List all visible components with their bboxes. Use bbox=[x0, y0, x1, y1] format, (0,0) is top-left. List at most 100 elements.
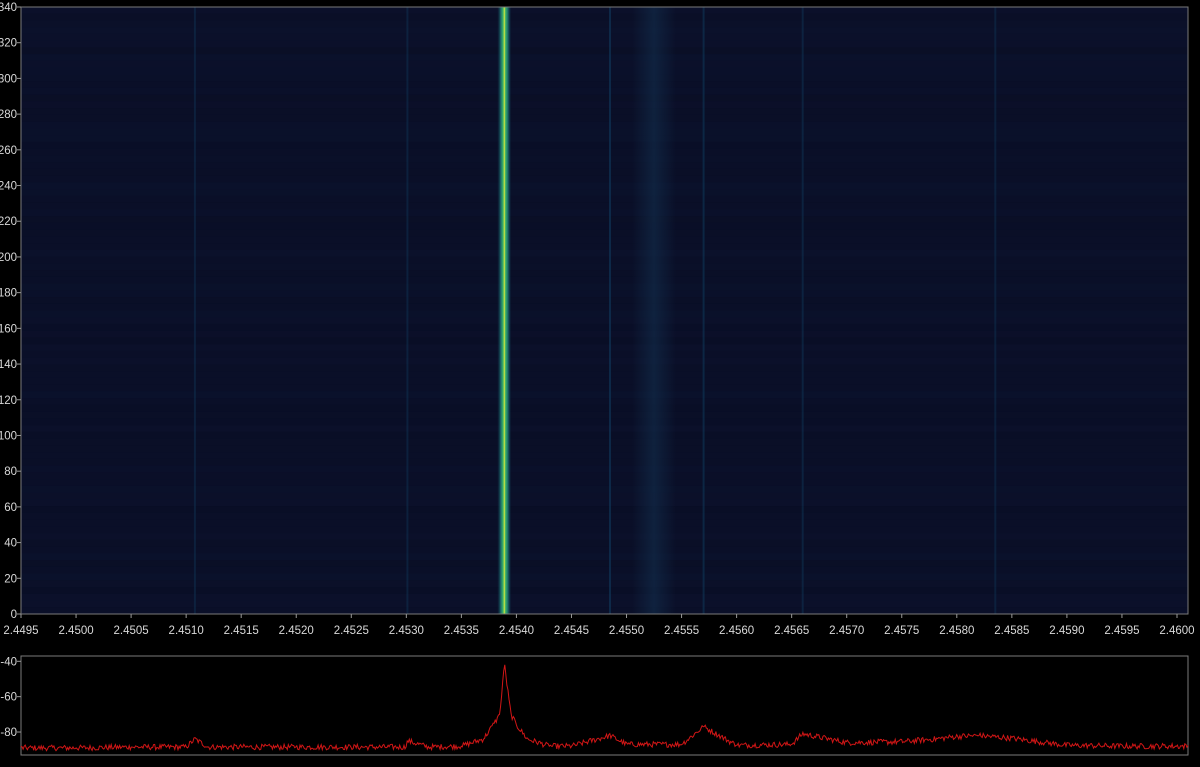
waterfall-row bbox=[21, 418, 1188, 426]
waterfall-row bbox=[21, 202, 1188, 210]
waterfall-row bbox=[21, 216, 1188, 223]
waterfall-row bbox=[21, 411, 1188, 419]
waterfall-row bbox=[21, 290, 1188, 298]
waterfall-row bbox=[21, 351, 1188, 358]
y-tick-label: 180 bbox=[0, 288, 17, 300]
spectrum-analyzer-figure: 0 20 40 60 80 100 120 140 160 180 200 220 240 260 280 3… bbox=[0, 2, 1195, 756]
waterfall-row bbox=[21, 189, 1188, 196]
frequency-x-axis: 2.4495 2.4500 2.4505 2.4510 2.4515 2.4520 2.45… bbox=[3, 614, 1195, 637]
x-tick-label: 2.4600 bbox=[1159, 625, 1194, 637]
x-tick-label: 2.4540 bbox=[499, 625, 534, 637]
y-tick-label: -40 bbox=[0, 656, 17, 668]
waterfall-row bbox=[21, 472, 1188, 480]
waterfall-carrier-line bbox=[406, 7, 409, 614]
waterfall-noise-band bbox=[632, 7, 676, 614]
waterfall-row bbox=[21, 162, 1188, 169]
waterfall-carrier-line bbox=[497, 7, 512, 614]
x-tick-label: 2.4560 bbox=[719, 625, 754, 637]
waterfall-carrier-line bbox=[994, 7, 997, 614]
x-tick-label: 2.4590 bbox=[1049, 625, 1084, 637]
y-tick-label: 20 bbox=[4, 573, 17, 585]
x-tick-label: 2.4555 bbox=[664, 625, 699, 637]
x-tick-label: 2.4595 bbox=[1104, 625, 1139, 637]
waterfall-row bbox=[21, 539, 1188, 547]
waterfall-row bbox=[21, 465, 1188, 473]
waterfall-row bbox=[21, 101, 1188, 109]
waterfall-row bbox=[21, 87, 1188, 95]
y-tick-label: 200 bbox=[0, 252, 17, 264]
waterfall-row bbox=[21, 141, 1188, 149]
x-tick-label: 2.4495 bbox=[3, 625, 38, 637]
waterfall-row bbox=[21, 256, 1188, 264]
waterfall-row bbox=[21, 54, 1188, 61]
waterfall-row bbox=[21, 47, 1188, 55]
waterfall-row bbox=[21, 128, 1188, 136]
waterfall-row bbox=[21, 431, 1188, 439]
y-tick-label: 320 bbox=[0, 38, 17, 50]
y-tick-label: 0 bbox=[11, 609, 17, 621]
y-tick-label: 80 bbox=[4, 466, 17, 478]
waterfall-row bbox=[21, 324, 1188, 331]
waterfall-noise-rows bbox=[21, 7, 1188, 615]
waterfall-row bbox=[21, 182, 1188, 190]
x-tick-label: 2.4570 bbox=[829, 625, 864, 637]
waterfall-row bbox=[21, 236, 1188, 244]
waterfall-row bbox=[21, 344, 1188, 351]
waterfall-row bbox=[21, 330, 1188, 338]
waterfall-carrier-line bbox=[193, 7, 196, 614]
waterfall-row bbox=[21, 593, 1188, 601]
x-tick-label: 2.4530 bbox=[389, 625, 424, 637]
waterfall-row bbox=[21, 526, 1188, 534]
waterfall-row bbox=[21, 195, 1188, 203]
waterfall-row bbox=[21, 310, 1188, 318]
waterfall-row bbox=[21, 297, 1188, 304]
waterfall-row bbox=[21, 492, 1188, 500]
waterfall-row bbox=[21, 546, 1188, 554]
waterfall-row bbox=[21, 114, 1188, 122]
waterfall-carrier-line bbox=[609, 7, 611, 614]
y-tick-label: 100 bbox=[0, 430, 17, 442]
waterfall-row bbox=[21, 377, 1188, 385]
waterfall-row bbox=[21, 479, 1188, 486]
waterfall-carrier-line bbox=[801, 7, 804, 614]
waterfall-row bbox=[21, 317, 1188, 324]
waterfall-row bbox=[21, 458, 1188, 466]
x-tick-label: 2.4585 bbox=[994, 625, 1029, 637]
x-tick-label: 2.4510 bbox=[169, 625, 204, 637]
x-tick-label: 2.4515 bbox=[224, 625, 259, 637]
waterfall-row bbox=[21, 94, 1188, 102]
waterfall-carrier-line bbox=[702, 7, 705, 614]
y-tick-label: 60 bbox=[4, 502, 17, 514]
waterfall-row bbox=[21, 445, 1188, 453]
x-tick-label: 2.4520 bbox=[279, 625, 314, 637]
x-tick-label: 2.4580 bbox=[939, 625, 974, 637]
spectrum-plot: -40 -60 -80 bbox=[0, 655, 1189, 756]
waterfall-row bbox=[21, 303, 1188, 311]
y-tick-label: 240 bbox=[0, 181, 17, 193]
waterfall-row bbox=[21, 155, 1188, 163]
y-tick-label: 40 bbox=[4, 538, 17, 550]
y-tick-label: 260 bbox=[0, 145, 17, 157]
x-tick-label: 2.4545 bbox=[554, 625, 589, 637]
waterfall-row bbox=[21, 40, 1188, 48]
waterfall-row bbox=[21, 560, 1188, 567]
waterfall-row bbox=[21, 512, 1188, 520]
waterfall-row bbox=[21, 364, 1188, 372]
y-tick-label: -60 bbox=[0, 692, 17, 704]
y-tick-label: 280 bbox=[0, 109, 17, 121]
waterfall-row bbox=[21, 34, 1188, 41]
waterfall-row bbox=[21, 404, 1188, 412]
y-tick-label: 300 bbox=[0, 73, 17, 85]
waterfall-row bbox=[21, 243, 1188, 250]
waterfall-row bbox=[21, 13, 1188, 21]
waterfall-row bbox=[21, 20, 1188, 28]
y-tick-label: 160 bbox=[0, 323, 17, 335]
y-tick-label: 340 bbox=[0, 2, 17, 14]
x-tick-label: 2.4535 bbox=[444, 625, 479, 637]
waterfall-row bbox=[21, 398, 1188, 405]
waterfall-row bbox=[21, 229, 1188, 237]
waterfall-row bbox=[21, 384, 1188, 392]
waterfall-row bbox=[21, 337, 1188, 345]
spectrum-frame bbox=[20, 655, 1189, 756]
waterfall-row bbox=[21, 67, 1188, 75]
